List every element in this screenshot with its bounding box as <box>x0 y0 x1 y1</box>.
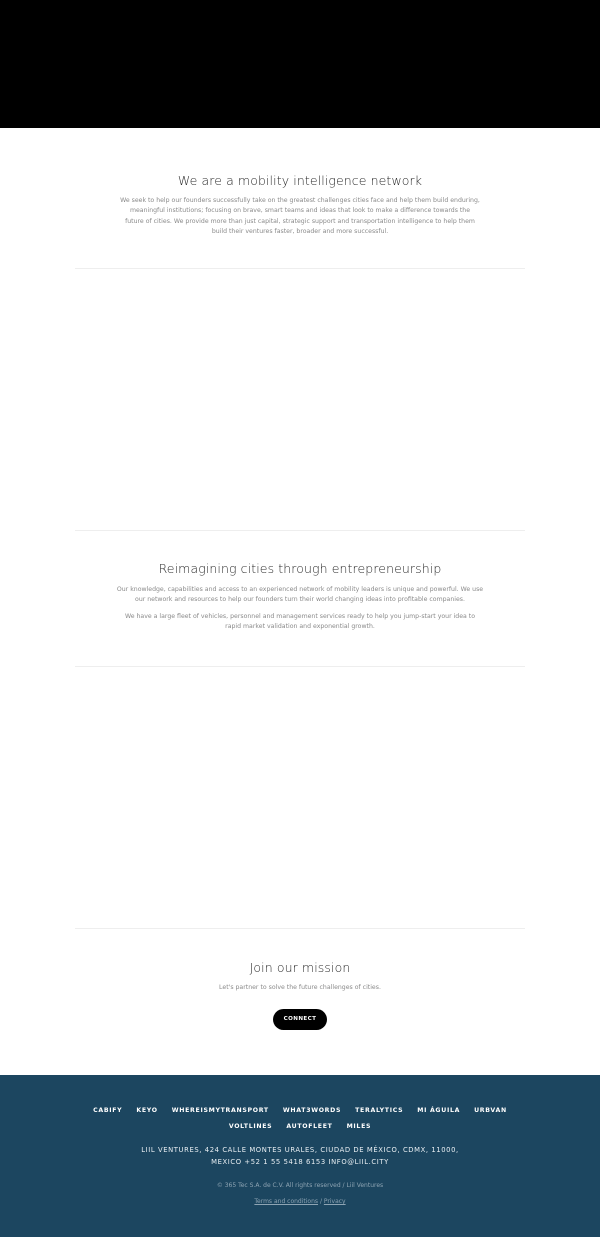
join-title: Join our mission <box>249 960 351 975</box>
connect-button[interactable]: CONNECT <box>273 1009 327 1031</box>
intro-title: We are a mobility intelligence network <box>177 173 423 188</box>
copyright-text: © 365 Tec S.A. de C.V. All rights reserv… <box>216 1182 384 1189</box>
intro-body: We seek to help our founders successfull… <box>120 197 480 236</box>
reimagining-title: Reimagining cities through entrepreneurs… <box>158 561 442 576</box>
partner-link-keyo[interactable]: KEYO <box>136 1107 157 1114</box>
partner-link-autofleet[interactable]: AUTOFLEET <box>286 1123 332 1130</box>
partner-link-whereismytransport[interactable]: WHEREISMYTRANSPORT <box>172 1107 269 1114</box>
reimagining-paragraph-2: We have a large fleet of vehicles, perso… <box>124 612 476 631</box>
terms-link[interactable]: Terms and conditions <box>254 1198 318 1205</box>
divider <box>75 268 525 269</box>
intro-section: We are a mobility intelligence network W… <box>0 173 600 238</box>
join-section: Join our mission Let's partner to solve … <box>0 960 600 1031</box>
reimagining-section: Reimagining cities through entrepreneurs… <box>0 561 600 633</box>
hero-banner <box>0 0 600 128</box>
join-subtitle: Let's partner to solve the future challe… <box>219 984 381 991</box>
divider <box>75 928 525 929</box>
page: We are a mobility intelligence network W… <box>0 0 600 1237</box>
partner-link-urbvan[interactable]: URBVAN <box>474 1107 507 1114</box>
partner-link-miles[interactable]: MILES <box>347 1123 372 1130</box>
partner-link-mi-aguila[interactable]: MI ÁGUILA <box>417 1107 460 1114</box>
partner-link-voltlines[interactable]: VOLTLINES <box>229 1123 272 1130</box>
reimagining-paragraph-1: Our knowledge, capabilities and access t… <box>116 586 484 604</box>
partner-links: CABIFY KEYO WHEREISMYTRANSPORT WHAT3WORD… <box>65 1107 535 1130</box>
partner-link-teralytics[interactable]: TERALYTICS <box>355 1107 403 1114</box>
site-footer: CABIFY KEYO WHEREISMYTRANSPORT WHAT3WORD… <box>0 1075 600 1237</box>
legal-links: Terms and conditions / Privacy <box>0 1198 600 1205</box>
partner-link-what3words[interactable]: WHAT3WORDS <box>283 1107 341 1114</box>
divider <box>75 666 525 667</box>
contact-address: LIIL VENTURES, 424 CALLE MONTES URALES, … <box>141 1146 459 1166</box>
privacy-link[interactable]: Privacy <box>324 1198 346 1205</box>
divider <box>75 530 525 531</box>
partner-link-cabify[interactable]: CABIFY <box>93 1107 122 1114</box>
